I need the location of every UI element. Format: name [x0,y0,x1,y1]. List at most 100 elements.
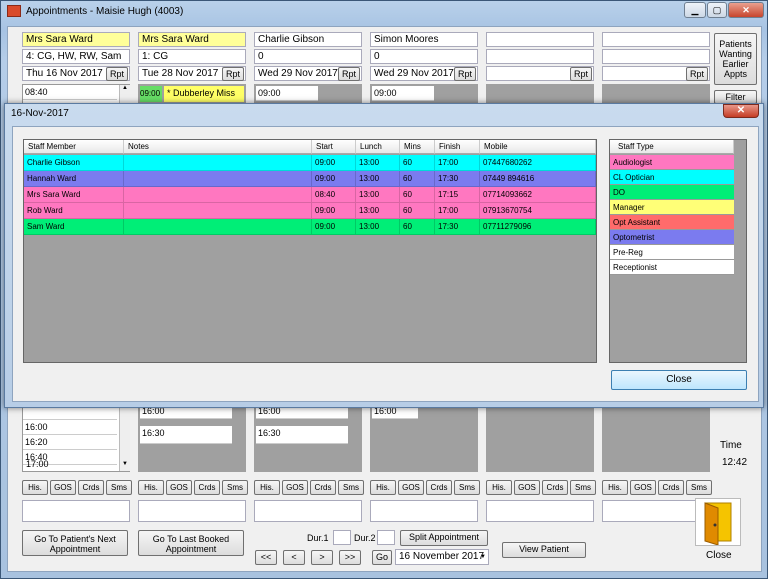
col5-staff-name[interactable] [486,32,594,47]
col6-rpt-button[interactable]: Rpt [686,67,708,81]
col3-gos-button[interactable]: GOS [282,480,308,495]
staff-type-item[interactable]: Manager [610,200,734,215]
window-close-button[interactable]: ✕ [728,2,764,18]
column-header[interactable]: Lunch [356,140,400,154]
time-slot[interactable]: 17:00 [24,459,118,471]
staff-type-item[interactable]: Optometrist [610,230,734,245]
col3-cards-button[interactable]: Crds [310,480,336,495]
col2-cards-button[interactable]: Crds [194,480,220,495]
column-header[interactable]: Finish [435,140,480,154]
dialog-close-x-button[interactable]: ✕ [723,104,759,118]
col4-rpt-button[interactable]: Rpt [454,67,476,81]
staff-type-item[interactable]: CL Optician [610,170,734,185]
dur1-input[interactable] [333,530,351,545]
col5-sms-button[interactable]: Sms [570,480,596,495]
time-slot[interactable]: 08:40 [23,85,117,100]
col4-history-button[interactable]: His. [370,480,396,495]
nav-last-button[interactable]: >> [339,550,361,565]
appointment-entry[interactable]: * Dubberley Miss [164,86,244,102]
patients-waiting-button[interactable]: Patients Wanting Earlier Appts [714,33,757,85]
staff-row[interactable]: Rob Ward 09:00 13:00 60 17:00 07913670754 [24,203,596,219]
col5-gos-button[interactable]: GOS [514,480,540,495]
staff-type-grid[interactable]: Staff Type Audiologist CL Optician DO Manag… [609,139,747,363]
dur2-input[interactable] [377,530,395,545]
col5-rpt-button[interactable]: Rpt [570,67,592,81]
col4-note-box[interactable] [370,500,478,522]
col5-note-box[interactable] [486,500,594,522]
col1-cards-button[interactable]: Crds [78,480,104,495]
col3-rpt-button[interactable]: Rpt [338,67,360,81]
col6-history-button[interactable]: His. [602,480,628,495]
nav-next-button[interactable]: > [311,550,333,565]
time-slot[interactable]: 09:00 [140,86,162,102]
time-slot[interactable]: 16:30 [256,426,348,444]
view-patient-button[interactable]: View Patient [502,542,586,558]
col1-history-button[interactable]: His. [22,480,48,495]
col3-sms-button[interactable]: Sms [338,480,364,495]
time-slot[interactable]: 16:20 [23,435,117,450]
col2-gos-button[interactable]: GOS [166,480,192,495]
col1-staff-name[interactable]: Mrs Sara Ward [22,32,130,47]
close-door-button[interactable] [695,498,741,546]
nav-first-button[interactable]: << [255,550,277,565]
column-header[interactable]: Staff Member [24,140,124,154]
staff-grid[interactable]: Staff Member Notes Start Lunch Mins Finish Mob… [23,139,597,363]
col4-cards-button[interactable]: Crds [426,480,452,495]
column-header[interactable]: Start [312,140,356,154]
col3-note-box[interactable] [254,500,362,522]
col2-rpt-button[interactable]: Rpt [222,67,244,81]
staff-type-item[interactable]: Pre-Reg [610,245,734,260]
staff-type-item[interactable]: Audiologist [610,155,734,170]
date-picker[interactable]: 16 November 2017 ▼ [395,549,489,565]
col2-staff-name[interactable]: Mrs Sara Ward [138,32,246,47]
column-header[interactable]: Notes [124,140,312,154]
col1-rpt-button[interactable]: Rpt [106,67,128,81]
col6-staff-name[interactable] [602,32,710,47]
col1-gos-button[interactable]: GOS [50,480,76,495]
col4-gos-button[interactable]: GOS [398,480,424,495]
nav-prev-button[interactable]: < [283,550,305,565]
staff-row[interactable]: Sam Ward 09:00 13:00 60 17:30 07711279096 [24,219,596,235]
staff-type-item[interactable]: DO [610,185,734,200]
column-header[interactable]: Mins [400,140,435,154]
dropdown-arrow-icon[interactable]: ▼ [480,551,486,564]
vertical-scrollbar[interactable]: ▼ [119,405,130,471]
col1-slot-list-top[interactable]: 08:40 ▲ [22,84,130,104]
staff-row[interactable]: Hannah Ward 09:00 13:00 60 17:30 07449 894616 [24,171,596,187]
col6-cards-button[interactable]: Crds [658,480,684,495]
minimize-button[interactable]: ▁ [684,2,706,18]
col1-sms-button[interactable]: Sms [106,480,132,495]
staff-type-item[interactable]: Opt Assistant [610,215,734,230]
col6-note-box[interactable] [602,500,710,522]
column-header[interactable]: Mobile [480,140,596,154]
col2-note-box[interactable] [138,500,246,522]
maximize-button[interactable]: ▢ [707,2,727,18]
col6-gos-button[interactable]: GOS [630,480,656,495]
col2-history-button[interactable]: His. [138,480,164,495]
time-slot[interactable]: 16:30 [140,426,232,444]
time-slot[interactable]: 09:00 [256,86,318,101]
col6-sms-button[interactable]: Sms [686,480,712,495]
col2-sms-button[interactable]: Sms [222,480,248,495]
col5-history-button[interactable]: His. [486,480,512,495]
time-slot[interactable]: 09:00 [372,86,434,101]
next-appointment-button[interactable]: Go To Patient's Next Appointment [22,530,128,556]
staff-row[interactable]: Mrs Sara Ward 08:40 13:00 60 17:15 0771409366… [24,187,596,203]
last-booked-button[interactable]: Go To Last Booked Appointment [138,530,244,556]
dialog-close-button[interactable]: Close [611,370,747,390]
col1-note-box[interactable] [22,500,130,522]
col4-sms-button[interactable]: Sms [454,480,480,495]
staff-type-item[interactable]: Receptionist [610,260,734,275]
scroll-down-arrow[interactable]: ▼ [120,461,130,471]
go-button[interactable]: Go [372,550,392,565]
col5-cards-button[interactable]: Crds [542,480,568,495]
time-slot[interactable]: 16:00 [23,420,117,435]
col3-history-button[interactable]: His. [254,480,280,495]
filter-button[interactable]: Filter [714,90,757,104]
split-appointment-button[interactable]: Split Appointment [400,530,488,546]
col4-staff-name[interactable]: Simon Moores [370,32,478,47]
scroll-up-arrow[interactable]: ▲ [119,85,130,103]
col3-staff-name[interactable]: Charlie Gibson [254,32,362,47]
staff-lunch-cell: 13:00 [356,219,400,235]
staff-row[interactable]: Charlie Gibson 09:00 13:00 60 17:00 074476802… [24,155,596,171]
